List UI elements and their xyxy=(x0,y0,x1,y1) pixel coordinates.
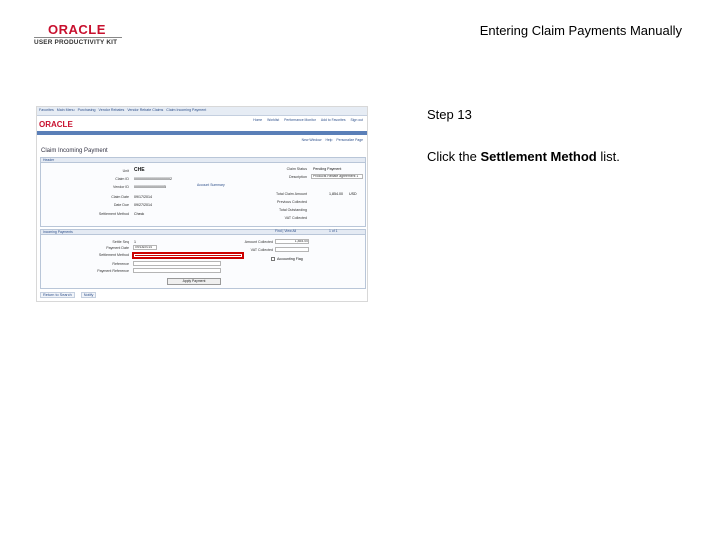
claim-id-label: Claim ID xyxy=(115,177,129,181)
top-links: Home Worklist Performance Monitor Add to… xyxy=(253,118,363,122)
signout-link[interactable]: Sign out xyxy=(351,118,363,122)
accounting-flag-checkbox[interactable] xyxy=(271,257,275,261)
claim-id-value: 0000000000000000002 xyxy=(134,177,172,181)
date-due-label: Date Due xyxy=(113,203,129,207)
claim-date-value: 09/17/2014 xyxy=(134,195,152,199)
bottom-toolbar: Return to Search Notify xyxy=(40,292,97,298)
vat-collected-label: VAT Collected xyxy=(250,248,273,252)
vendor-value: 0000000000000005 xyxy=(134,185,166,189)
worklist-link[interactable]: Worklist xyxy=(267,118,279,122)
instruction-prefix: Click the xyxy=(427,149,481,164)
breadcrumb-item[interactable]: Main Menu xyxy=(57,108,75,112)
unit-value: CHE xyxy=(134,167,145,173)
page-title: Claim Incoming Payment xyxy=(41,148,108,154)
vendor-label: Vendor ID xyxy=(113,185,129,189)
favorites-link[interactable]: Add to Favorites xyxy=(321,118,346,122)
breadcrumb: Favorites Main Menu Purchasing Vendor Re… xyxy=(39,108,206,112)
new-window-link[interactable]: New Window xyxy=(302,138,322,142)
app-logo: ORACLE xyxy=(39,120,73,129)
breadcrumb-bar: Favorites Main Menu Purchasing Vendor Re… xyxy=(37,107,367,116)
personalize-link[interactable]: Personalize Page xyxy=(336,138,363,142)
breadcrumb-item[interactable]: Purchasing xyxy=(78,108,96,112)
currency-code: USD xyxy=(349,192,357,196)
notify-link[interactable]: Notify xyxy=(80,292,97,298)
performance-link[interactable]: Performance Monitor xyxy=(284,118,316,122)
description-label: Description xyxy=(289,175,307,179)
step-number: Step 13 xyxy=(427,107,472,122)
logo-subtitle: USER PRODUCTIVITY KIT xyxy=(34,39,118,46)
settlement-method-label: Settlement Method xyxy=(98,253,129,257)
header-settlement-value: Check xyxy=(134,212,145,216)
page-links: New Window Help Personalize Page xyxy=(302,138,363,142)
settle-seq-label: Settle Seq xyxy=(112,240,129,244)
oracle-upk-logo: ORACLE USER PRODUCTIVITY KIT xyxy=(34,22,126,48)
find-view-all-link[interactable]: Find | View All xyxy=(275,229,296,233)
claim-status-value: Pending Payment xyxy=(313,167,342,171)
section-title: Incoming Payments xyxy=(41,230,365,235)
description-field[interactable]: Products Rebate agreement 1 xyxy=(311,174,363,179)
account-summary-link[interactable]: Account Summary xyxy=(197,183,225,187)
claim-date-label: Claim Date xyxy=(111,195,129,199)
step-instruction: Click the Settlement Method list. xyxy=(427,149,620,164)
logo-divider xyxy=(34,37,122,38)
payment-reference-label: Payment Reference xyxy=(97,269,129,273)
total-claim-label: Total Claim Amount xyxy=(276,192,307,196)
return-to-search-link[interactable]: Return to Search xyxy=(40,292,75,298)
breadcrumb-item[interactable]: Vendor Rebates xyxy=(99,108,125,112)
reference-field[interactable] xyxy=(133,261,221,266)
home-link[interactable]: Home xyxy=(253,118,262,122)
amount-collected-field[interactable]: 1,854.00 xyxy=(275,239,309,244)
date-due-value: 09/27/2014 xyxy=(134,203,152,207)
vat-collected-field[interactable] xyxy=(275,247,309,252)
total-claim-value: 1,854.00 xyxy=(329,192,343,196)
reference-label: Reference xyxy=(112,262,129,266)
help-link[interactable]: Help xyxy=(325,138,332,142)
previous-collected-label: Previous Collected xyxy=(277,200,307,204)
header-settlement-label: Settlement Method xyxy=(98,212,129,216)
breadcrumb-item[interactable]: Vendor Rebate Claims xyxy=(127,108,163,112)
apply-payment-button[interactable]: Apply Payment xyxy=(167,278,221,285)
settle-seq-value: 1 xyxy=(134,240,136,244)
section-title: Header xyxy=(41,158,365,163)
amount-collected-label: Amount Collected xyxy=(244,240,273,244)
highlight-marker xyxy=(135,255,241,256)
document-title: Entering Claim Payments Manually xyxy=(479,23,682,38)
claim-status-label: Claim Status xyxy=(286,167,307,171)
payment-reference-field[interactable] xyxy=(133,268,221,273)
instruction-suffix: list. xyxy=(596,149,620,164)
logo-word: ORACLE xyxy=(48,22,106,37)
accounting-flag-label: Accounting Flag xyxy=(277,257,303,261)
vat-label: VAT Collected xyxy=(284,216,307,220)
breadcrumb-item[interactable]: Claim Incoming Payment xyxy=(166,108,206,112)
nav-bar xyxy=(37,131,367,135)
step-screenshot: Favorites Main Menu Purchasing Vendor Re… xyxy=(36,106,368,302)
payment-date-field[interactable]: 09/18/2014 xyxy=(133,245,157,250)
pager[interactable]: 1 of 1 xyxy=(329,229,337,233)
total-outstanding-label: Total Outstanding xyxy=(279,208,307,212)
instruction-target: Settlement Method xyxy=(480,149,597,164)
settlement-method-list[interactable] xyxy=(132,252,244,259)
payment-date-label: Payment Date xyxy=(106,246,129,250)
unit-label: Unit xyxy=(122,169,129,173)
breadcrumb-item[interactable]: Favorites xyxy=(39,108,54,112)
